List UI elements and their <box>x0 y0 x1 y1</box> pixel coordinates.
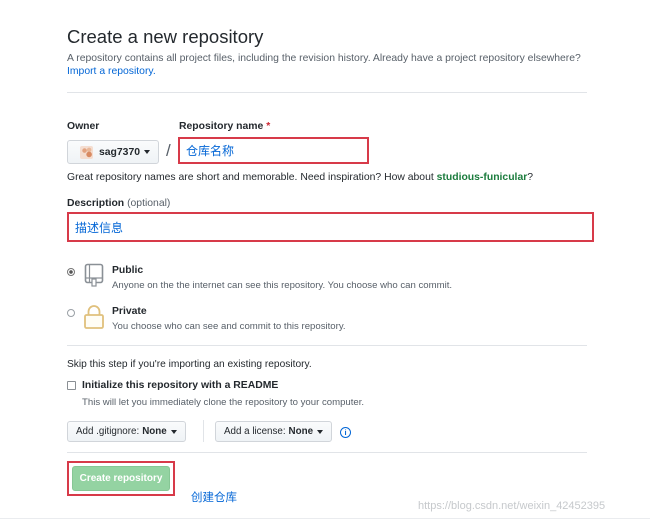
divider <box>67 92 587 93</box>
license-label: Add a license: <box>224 426 286 437</box>
repo-icon <box>84 263 104 287</box>
page-title: Create a new repository <box>67 26 264 47</box>
repository-name-value: 仓库名称 <box>186 144 235 158</box>
private-title: Private <box>112 306 147 317</box>
private-description: You choose who can see and commit to thi… <box>112 321 346 332</box>
license-value: None <box>288 426 314 437</box>
owner-dropdown[interactable]: sag7370 <box>67 140 159 164</box>
readme-description: This will let you immediately clone the … <box>82 397 365 408</box>
create-button-highlight: Create repository <box>67 461 175 496</box>
divider <box>67 452 587 453</box>
private-radio[interactable] <box>67 309 75 317</box>
description-label-text: Description <box>67 198 125 209</box>
page-subtitle: A repository contains all project files,… <box>67 53 581 64</box>
name-suggestion[interactable]: studious-funicular <box>437 172 528 183</box>
repository-name-hint: Great repository names are short and mem… <box>67 172 533 183</box>
lock-icon <box>84 305 104 329</box>
gitignore-label: Add .gitignore: <box>76 426 140 437</box>
create-annotation: 创建仓库 <box>191 490 237 504</box>
chevron-down-icon <box>170 429 177 434</box>
owner-value: sag7370 <box>99 146 141 158</box>
hint-prefix: Great repository names are short and mem… <box>67 172 437 183</box>
import-repository-link[interactable]: Import a repository. <box>67 66 156 77</box>
select-separator <box>203 420 204 442</box>
gitignore-dropdown[interactable]: Add .gitignore: None <box>67 421 186 442</box>
info-icon[interactable]: i <box>340 427 351 438</box>
description-label: Description (optional) <box>67 198 170 209</box>
description-input[interactable]: 描述信息 <box>67 212 594 242</box>
gitignore-value: None <box>142 426 167 437</box>
divider <box>67 345 587 346</box>
owner-repo-separator: / <box>166 141 171 160</box>
description-value: 描述信息 <box>75 220 124 235</box>
chevron-down-icon <box>317 429 324 434</box>
public-title: Public <box>112 265 144 276</box>
repository-name-label: Repository name * <box>179 121 270 132</box>
create-repository-page: Create a new repository A repository con… <box>0 0 650 521</box>
readme-checkbox[interactable] <box>67 381 76 390</box>
hint-suffix: ? <box>527 172 534 183</box>
repository-name-input[interactable]: 仓库名称 <box>178 137 369 164</box>
watermark: https://blog.csdn.net/weixin_42452395 <box>418 500 606 512</box>
repository-name-label-text: Repository name <box>179 121 264 132</box>
owner-label: Owner <box>67 121 100 132</box>
required-mark: * <box>266 121 271 132</box>
readme-label[interactable]: Initialize this repository with a README <box>82 380 278 391</box>
create-repository-button[interactable]: Create repository <box>72 466 170 491</box>
avatar <box>80 145 93 159</box>
chevron-down-icon <box>144 150 151 154</box>
license-dropdown[interactable]: Add a license: None <box>215 421 333 442</box>
public-radio[interactable] <box>67 268 75 276</box>
public-description: Anyone on the the internet can see this … <box>112 280 453 291</box>
bottom-divider <box>0 518 650 519</box>
skip-step-text: Skip this step if you're importing an ex… <box>67 359 312 370</box>
optional-text: (optional) <box>127 198 171 209</box>
